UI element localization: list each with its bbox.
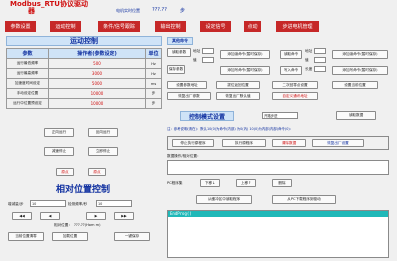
load-position-button[interactable]: 加载位置	[52, 232, 88, 241]
motion-param-table: 参数 操作者(参数设定) 单位 运行最低频率 500 Hz 运行最高频率 3000 Hz…	[6, 48, 162, 109]
row-unit: 步	[145, 98, 162, 109]
back-button[interactable]: ◀	[40, 212, 60, 220]
check-freq-label: 检测频率/秒	[68, 202, 88, 206]
custom-comm-addr-button[interactable]: 自定义通讯地址	[272, 92, 318, 100]
increment-select[interactable]: 10	[30, 200, 66, 207]
download-to-driver-button[interactable]: 从PC下载程序到驱动	[272, 195, 336, 204]
row-name: 运行中位置预设定	[6, 98, 49, 109]
value-label-right: 值	[305, 58, 309, 62]
row-value[interactable]: 3000	[48, 68, 146, 79]
app-title: Modbus_RTU协议驱动 器	[10, 0, 88, 15]
step-back-button[interactable]: ◀◀	[12, 212, 32, 220]
add-write-cmd-right[interactable]: 添加写命令(暂时保存)	[332, 66, 388, 75]
row-value[interactable]: 5000	[48, 78, 146, 89]
add-write-cmd-left[interactable]: 添加写命令(暂时保存)	[220, 66, 270, 75]
nav-output[interactable]: 输出控制	[155, 21, 186, 32]
relative-section-title: 相对位置控制	[56, 185, 111, 195]
home-button[interactable]: 原点	[56, 168, 74, 176]
double-left-arrow-icon: ◀◀	[19, 214, 25, 218]
addr-label: 地址	[193, 49, 201, 53]
row-unit: 步	[145, 88, 162, 99]
move-up-button[interactable]: 上移↑	[236, 179, 256, 187]
nav-params[interactable]: 参数设置	[5, 21, 36, 32]
relative-position-value: ???.??(Hom m)	[74, 223, 101, 227]
reverse-run-button[interactable]: 反向运行	[88, 128, 118, 137]
decel-stop-button[interactable]: 减速停止	[44, 147, 74, 156]
set-current-position-button[interactable]: 设置当前位置	[332, 81, 378, 89]
mode-note: 注：参考说明(请在)：默认10(0)为命令(内部) 为0(內) 10(0)为内部…	[167, 127, 294, 131]
save-params-button[interactable]: 保存参数	[167, 65, 185, 74]
relative-position-label: 相对位置：	[54, 223, 72, 227]
col-unit: 单位	[145, 48, 162, 59]
control-mode-select[interactable]: 开路步进	[262, 112, 298, 119]
run-program-button[interactable]: 执行原程序	[222, 139, 266, 147]
add-read-cmd-right[interactable]: 添加读命令(暂时保存)	[332, 50, 388, 59]
addr-label-right: 地址	[305, 49, 313, 53]
position-value: ???.??	[152, 7, 167, 13]
factory-default-button[interactable]: 恢复出厂默认值	[216, 92, 260, 100]
col-param: 参数	[6, 48, 49, 59]
read-from-buffer-button[interactable]: 从缓冲区中读取程序	[196, 195, 252, 204]
second-home-button[interactable]: 二次回零点设置	[272, 81, 318, 89]
col-value: 操作者(参数设定)	[48, 48, 146, 59]
row-name: 加速度时间设定	[6, 78, 49, 89]
nav-stepper[interactable]: 步进电机管理	[276, 21, 319, 32]
length-input-right[interactable]	[314, 66, 326, 72]
add-read-cmd-left[interactable]: 添加读命令(暂时保存)	[220, 50, 270, 59]
row-name: 手动设定位置	[6, 88, 49, 99]
return-position-button[interactable]: 拔位返回位置	[216, 81, 260, 89]
row-unit: Hz	[145, 68, 162, 79]
data-input-label: 数据操作/相对位置：	[167, 154, 201, 158]
row-unit: Hz	[145, 58, 162, 69]
addr-input-right[interactable]	[314, 48, 326, 54]
clear-position-button[interactable]: 当前位置清零	[8, 232, 44, 241]
forward-run-button[interactable]: 正向运行	[44, 128, 74, 137]
double-right-arrow-icon: ▶▶	[121, 214, 127, 218]
addr-input-left[interactable]	[202, 48, 214, 54]
step-forward-button[interactable]: ▶▶	[114, 212, 134, 220]
immediate-stop-button[interactable]: 立即停止	[88, 147, 118, 156]
control-mode-label: 控制模式设置	[180, 111, 234, 121]
nav-jog[interactable]: 点动	[244, 21, 261, 32]
row-unit: ms	[145, 78, 162, 89]
nav-motion[interactable]: 运动控制	[50, 21, 81, 32]
value-label: 值	[193, 58, 197, 62]
write-cmd-button[interactable]: 写入命令	[280, 66, 302, 75]
data-input[interactable]	[167, 160, 389, 175]
length-label-right: 长度	[305, 67, 313, 71]
home-button-2[interactable]: 原点	[88, 168, 106, 176]
position-unit: 步	[180, 8, 186, 14]
program-console[interactable]: EndProg()	[167, 210, 389, 258]
read-data-button[interactable]: 读取数据	[336, 111, 376, 120]
read-cmd-button[interactable]: 读取命令	[280, 50, 302, 59]
value-input-left[interactable]	[202, 57, 214, 63]
position-label: 电机实时位置	[116, 8, 140, 13]
row-name: 运行最低频率	[6, 58, 49, 69]
motion-section-title: 运动控制	[6, 36, 162, 46]
row-name: 运行最高频率	[6, 68, 49, 79]
value-input-right[interactable]	[314, 57, 326, 63]
save-all-button[interactable]: 一键保存	[114, 232, 150, 241]
right-arrow-icon: ▶	[94, 214, 98, 218]
nav-signal-track[interactable]: 条件/信号跟踪	[98, 21, 140, 32]
factory-settings-button[interactable]: 恢复出厂设置	[312, 139, 364, 147]
forward-button[interactable]: ▶	[86, 212, 106, 220]
pc-program-label: PC程序集	[167, 181, 183, 185]
stop-program-button[interactable]: 停止执行原程序	[172, 139, 214, 147]
console-line: EndProg()	[168, 211, 388, 217]
row-value[interactable]: 10000	[48, 88, 146, 99]
clear-data-button[interactable]: 清除数据	[272, 139, 306, 147]
factory-reset-button[interactable]: 恢复出厂参数	[167, 92, 211, 100]
read-params-button[interactable]: 读取参数	[167, 48, 191, 57]
move-down-button[interactable]: 下移↓	[200, 179, 220, 187]
increment-label: 增减量/步	[8, 202, 24, 206]
row-value[interactable]: 10000	[48, 98, 146, 109]
check-freq-select[interactable]: 10	[96, 200, 132, 207]
row-value[interactable]: 500	[48, 58, 146, 69]
nav-set-signal[interactable]: 设定信号	[200, 21, 231, 32]
set-param-addr-button[interactable]: 设置参数地址	[167, 81, 207, 89]
delete-button[interactable]: 删除	[272, 179, 292, 187]
left-arrow-icon: ◀	[48, 214, 52, 218]
other-section-title: 其他命令	[167, 37, 193, 45]
